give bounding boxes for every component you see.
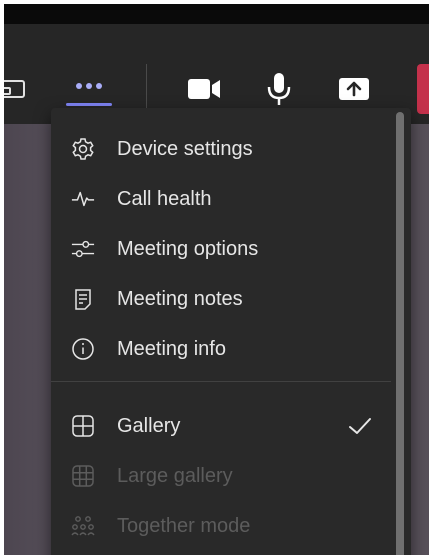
microphone-icon [267, 73, 291, 105]
info-icon [71, 337, 95, 361]
menu-item-label: Meeting notes [117, 287, 243, 310]
menu-item-meeting-info[interactable]: Meeting info [51, 325, 391, 373]
checkmark-icon [347, 414, 373, 438]
menu-item-meeting-notes[interactable]: Meeting notes [51, 275, 391, 323]
more-actions-icon [76, 83, 102, 89]
menu-scrollbar[interactable] [394, 112, 406, 555]
menu-divider [51, 381, 391, 382]
menu-item-device-settings[interactable]: Device settings [51, 125, 391, 173]
camera-button[interactable] [184, 72, 224, 106]
menu-item-meeting-options[interactable]: Meeting options [51, 225, 391, 273]
share-tray-icon[interactable] [4, 74, 28, 104]
menu-item-label: Device settings [117, 137, 253, 160]
microphone-button[interactable] [262, 69, 296, 109]
menu-item-large-gallery: Large gallery [51, 452, 391, 500]
sliders-icon [71, 237, 95, 261]
gear-icon [71, 137, 95, 161]
menu-item-label: Together mode [117, 514, 251, 537]
share-content-icon [339, 78, 369, 100]
menu-item-label: Large gallery [117, 464, 233, 487]
more-actions-menu: Device settings Call health Meeting opti… [51, 108, 411, 555]
menu-item-call-health[interactable]: Call health [51, 175, 391, 223]
menu-item-gallery[interactable]: Gallery [51, 402, 391, 450]
menu-item-together-mode: Together mode [51, 502, 391, 550]
together-mode-icon [71, 514, 95, 538]
camera-icon [188, 79, 220, 99]
leave-button[interactable] [417, 64, 429, 114]
large-gallery-icon [71, 464, 95, 488]
notes-icon [71, 287, 95, 311]
menu-item-label: Gallery [117, 414, 181, 437]
menu-item-label: Meeting info [117, 337, 226, 360]
title-strip [4, 4, 429, 24]
menu-item-label: Meeting options [117, 237, 259, 260]
gallery-icon [71, 414, 95, 438]
meeting-window: Device settings Call health Meeting opti… [4, 4, 429, 555]
share-content-button[interactable] [334, 72, 374, 106]
scroll-thumb[interactable] [396, 112, 404, 555]
pulse-icon [71, 187, 95, 211]
menu-item-label: Call health [117, 187, 212, 210]
more-actions-button[interactable] [62, 66, 116, 106]
active-indicator [66, 103, 112, 106]
